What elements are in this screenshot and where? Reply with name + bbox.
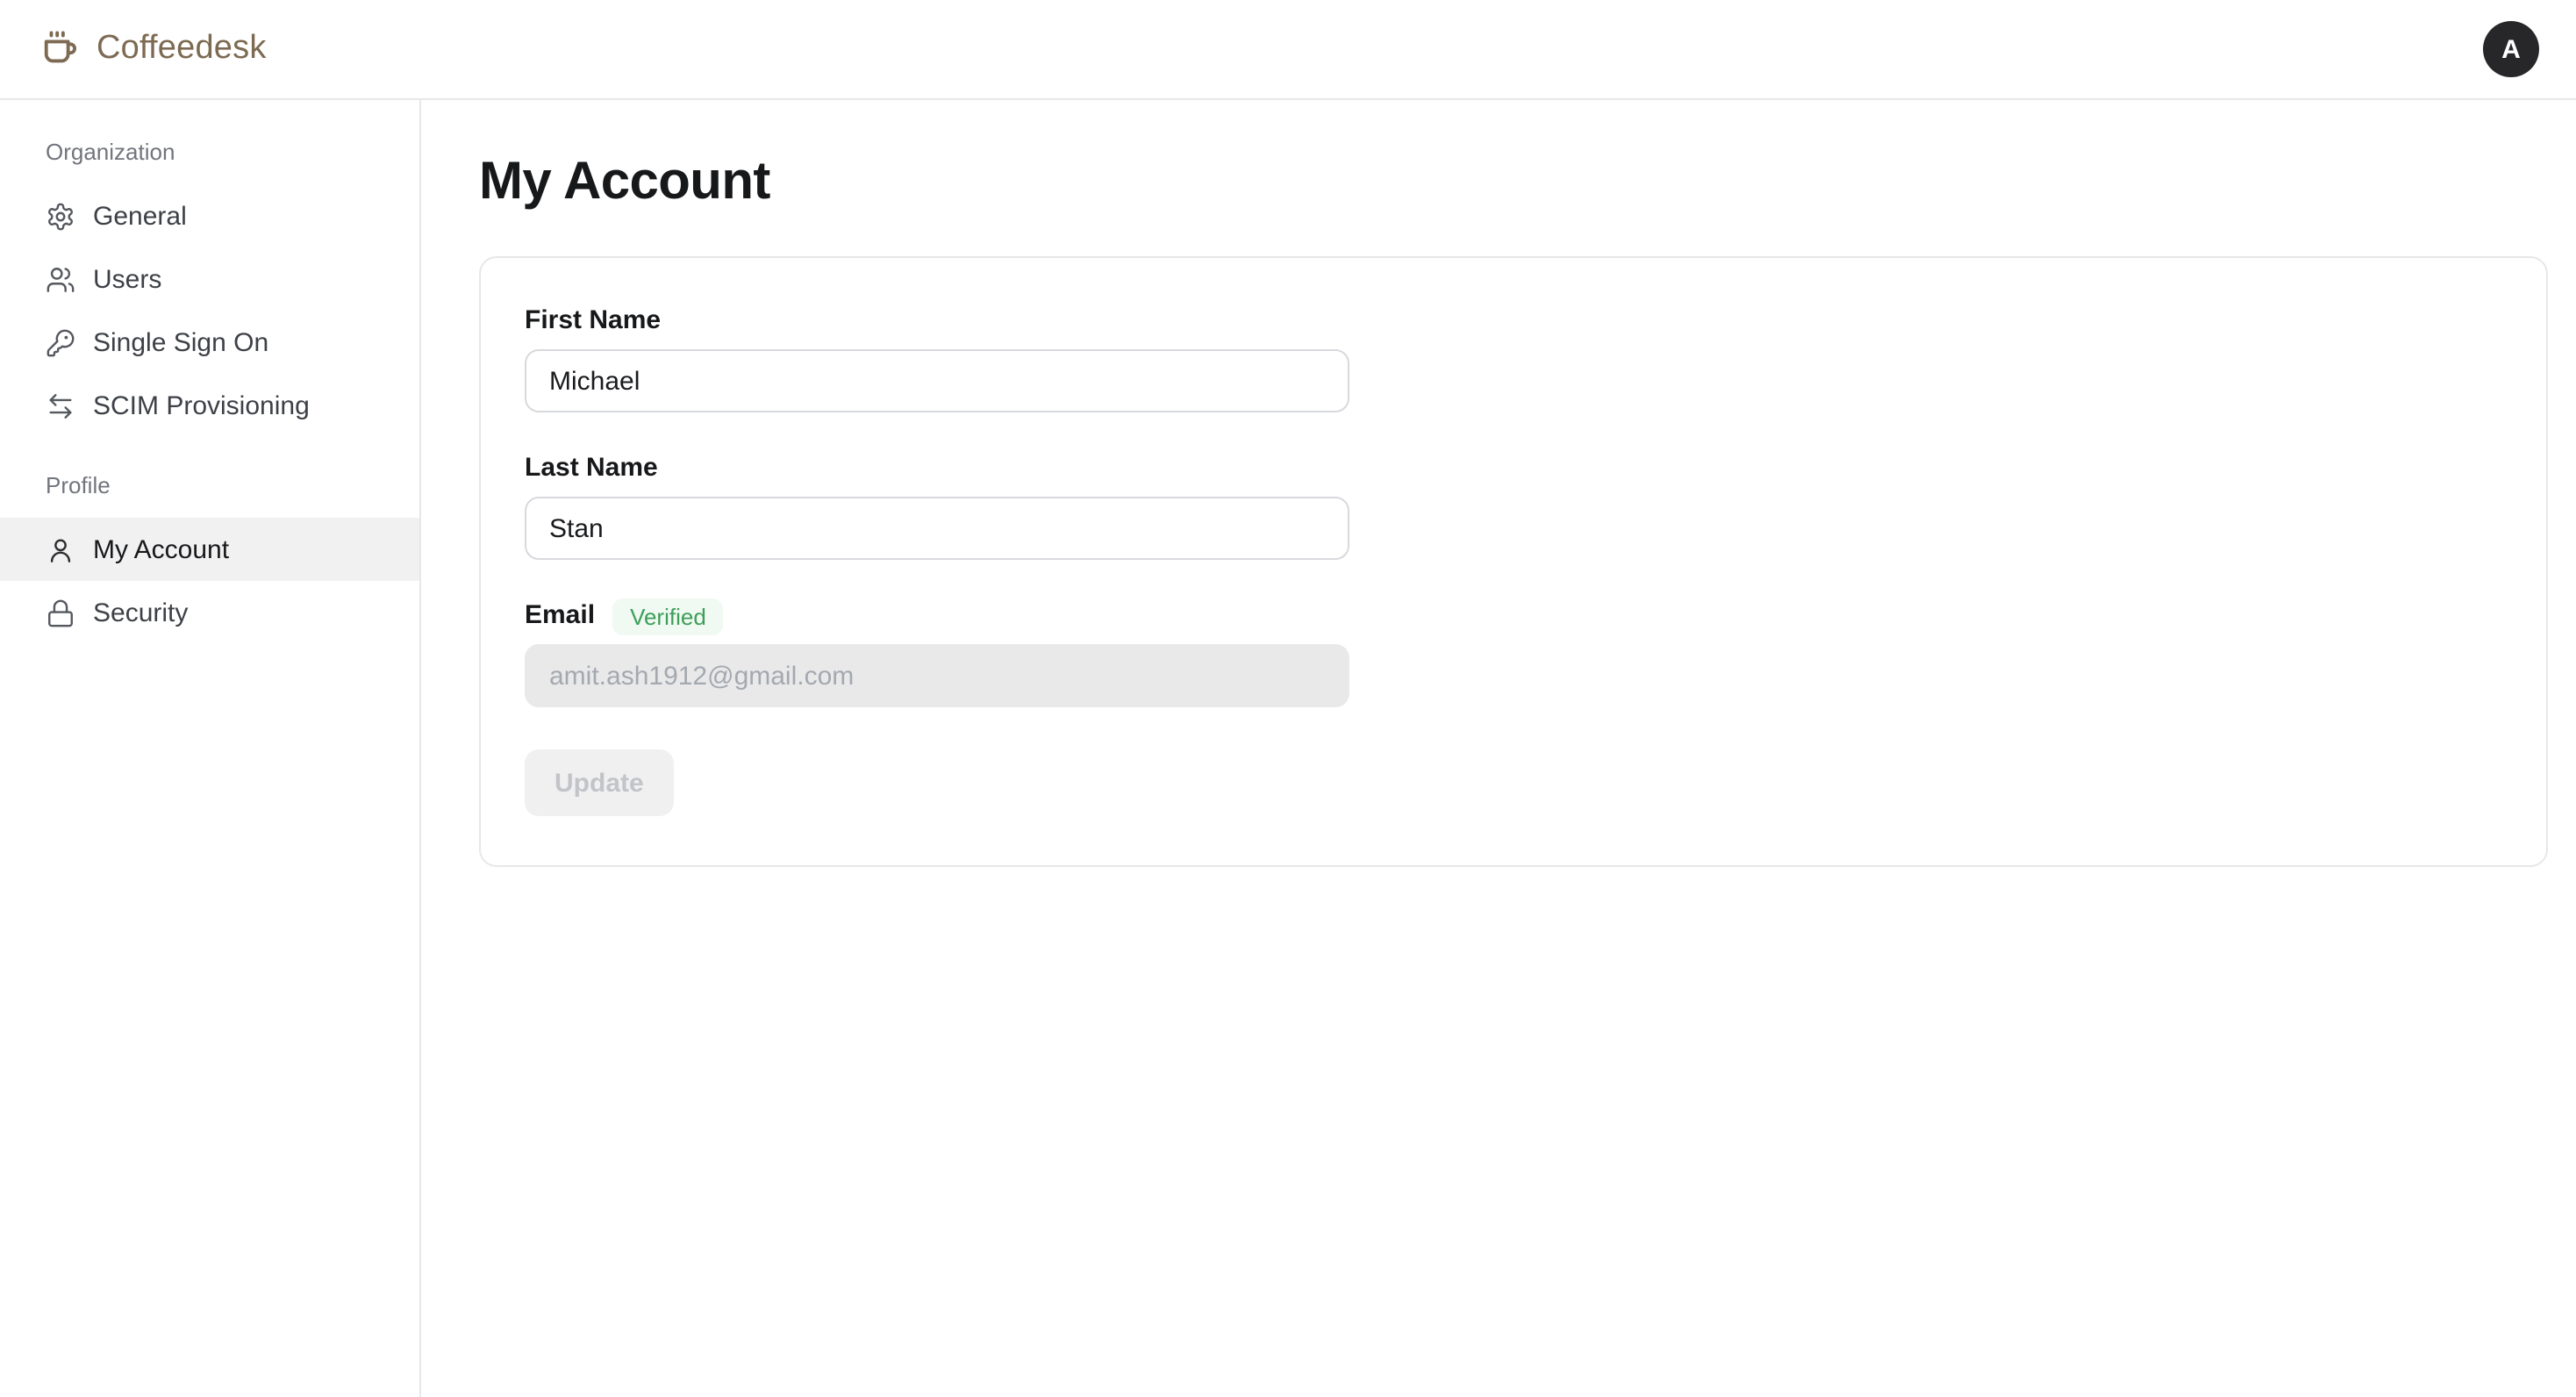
app-root: Coffeedesk A Organization General: [0, 0, 2576, 1397]
sidebar-item-label: General: [93, 201, 187, 231]
first-name-input[interactable]: [525, 349, 1349, 412]
last-name-label: Last Name: [525, 451, 658, 486]
update-button[interactable]: Update: [525, 749, 674, 816]
avatar[interactable]: A: [2483, 21, 2539, 77]
sidebar-item-single-sign-on[interactable]: Single Sign On: [0, 311, 419, 374]
sidebar-section-profile: Profile: [0, 465, 419, 507]
email-label: Email: [525, 598, 595, 634]
sidebar-item-general[interactable]: General: [0, 184, 419, 247]
topbar: Coffeedesk A: [0, 0, 2576, 100]
lock-icon: [46, 598, 75, 627]
last-name-input[interactable]: [525, 497, 1349, 560]
sidebar-item-label: Users: [93, 264, 161, 294]
sidebar-item-label: Security: [93, 598, 188, 627]
main-content: My Account First Name Last Name: [421, 100, 2576, 1397]
page-title: My Account: [479, 153, 2548, 212]
email-input: [525, 644, 1349, 707]
brand-name: Coffeedesk: [97, 30, 267, 68]
sidebar-item-label: SCIM Provisioning: [93, 390, 310, 420]
sidebar-item-label: Single Sign On: [93, 327, 268, 357]
key-icon: [46, 327, 75, 357]
first-name-label: First Name: [525, 304, 661, 339]
sidebar-item-label: My Account: [93, 534, 229, 564]
sidebar-item-users[interactable]: Users: [0, 247, 419, 311]
first-name-field-group: First Name: [525, 304, 2502, 412]
users-icon: [46, 264, 75, 294]
sidebar-section-organization: Organization: [0, 132, 419, 174]
last-name-field-group: Last Name: [525, 451, 2502, 560]
gear-icon: [46, 201, 75, 231]
sidebar-item-scim-provisioning[interactable]: SCIM Provisioning: [0, 374, 419, 437]
arrows-left-right-icon: [46, 390, 75, 420]
shell: Organization General: [0, 100, 2576, 1397]
sidebar: Organization General: [0, 100, 421, 1397]
verified-badge: Verified: [612, 598, 724, 634]
sidebar-section-gap: [0, 437, 419, 465]
sidebar-item-my-account[interactable]: My Account: [0, 518, 419, 581]
user-icon: [46, 534, 75, 564]
sidebar-item-security[interactable]: Security: [0, 581, 419, 644]
account-form-card: First Name Last Name Email Verified: [479, 256, 2548, 867]
coffee-cup-icon: [40, 29, 81, 69]
brand-logo[interactable]: Coffeedesk: [40, 29, 267, 69]
avatar-initial: A: [2501, 34, 2521, 64]
email-field-group: Email Verified: [525, 598, 2502, 707]
